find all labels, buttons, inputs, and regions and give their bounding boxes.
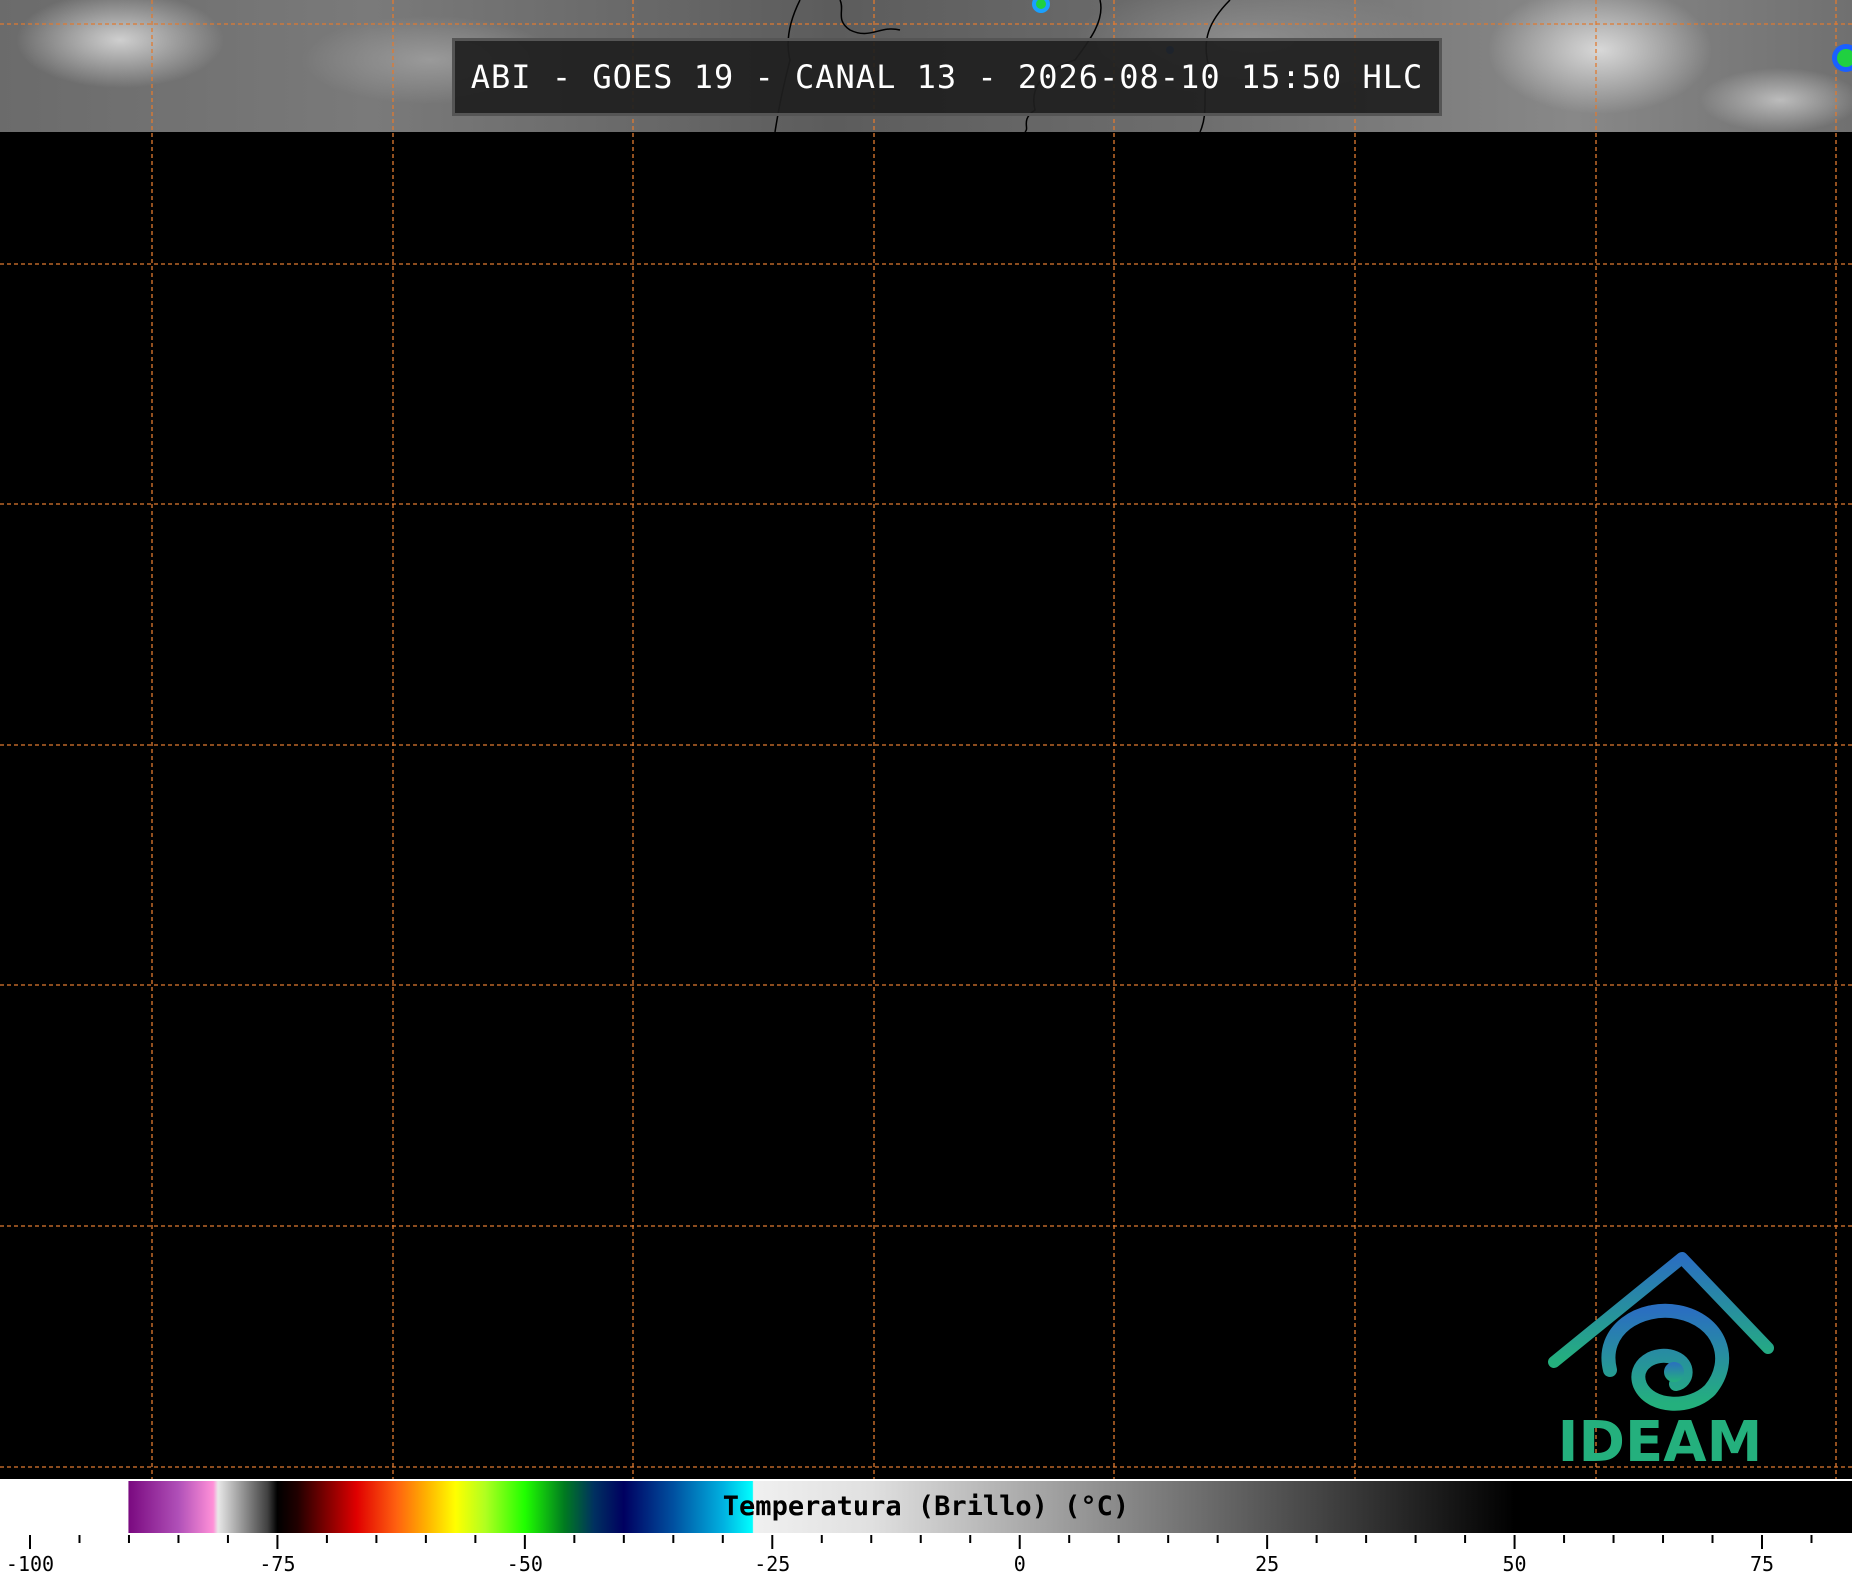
colorbar-axis: -100 -75 -50 -25 0 25 50 75 [6,1535,1813,1576]
colorbar-tick-label: -75 [259,1552,295,1576]
colorbar-tick-label: 75 [1750,1552,1774,1576]
border-line [839,0,901,35]
title-box: ABI - GOES 19 - CANAL 13 - 2026-08-10 15… [452,38,1442,116]
colorbar-tick-label: 50 [1503,1552,1527,1576]
colorbar-tick-label: 25 [1255,1552,1279,1576]
colorbar-tick-label: -50 [507,1552,543,1576]
ideam-logo: IDEAM [1540,1250,1780,1475]
colorbar-label: Temperatura (Brillo) (°C) [722,1491,1130,1522]
ideam-logo-icon [1548,1252,1774,1411]
colorbar-tick-label: -100 [6,1552,54,1576]
satellite-map: ABI - GOES 19 - CANAL 13 - 2026-08-10 15… [0,0,1852,1480]
colorbar-tick-label: -25 [754,1552,790,1576]
ideam-logo-text: IDEAM [1557,1410,1763,1475]
image-title: ABI - GOES 19 - CANAL 13 - 2026-08-10 15… [470,58,1424,96]
colorbar-tick-label: 0 [1014,1552,1026,1576]
